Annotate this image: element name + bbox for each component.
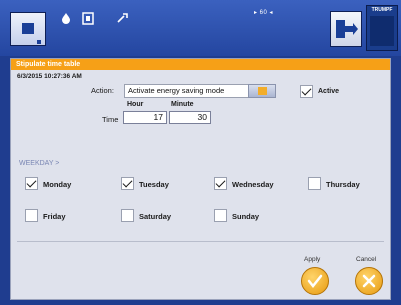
wednesday-label: Wednesday xyxy=(232,180,274,189)
monday-checkbox[interactable] xyxy=(25,177,38,190)
home-button[interactable] xyxy=(10,12,46,46)
thursday-checkbox[interactable] xyxy=(308,177,321,190)
home-icon xyxy=(22,23,34,34)
exit-button[interactable] xyxy=(330,11,362,47)
time-table-dialog: Stipulate time table 6/3/2015 10:27:36 A… xyxy=(10,58,391,300)
apply-label: Apply xyxy=(304,256,321,263)
sunday-checkbox[interactable] xyxy=(214,209,227,222)
saturday-label: Saturday xyxy=(139,212,172,221)
sunday-label: Sunday xyxy=(232,212,260,221)
dropdown-icon xyxy=(258,87,267,95)
current-datetime: 6/3/2015 10:27:36 AM xyxy=(17,73,82,80)
saturday-checkbox[interactable] xyxy=(121,209,134,222)
divider xyxy=(17,241,384,242)
friday-label: Friday xyxy=(43,212,66,221)
close-icon xyxy=(362,274,376,288)
friday-checkbox[interactable] xyxy=(25,209,38,222)
minute-label: Minute xyxy=(171,101,194,108)
cancel-button[interactable] xyxy=(355,267,383,295)
active-checkbox[interactable] xyxy=(300,85,313,98)
drop-icon[interactable] xyxy=(61,12,71,24)
action-select-value: Activate energy saving mode xyxy=(128,86,225,95)
wednesday-checkbox[interactable] xyxy=(214,177,227,190)
active-label: Active xyxy=(318,88,340,95)
checkmark-icon xyxy=(307,274,323,289)
minute-input[interactable]: 30 xyxy=(169,111,211,124)
top-toolbar: ▸ 60 ◂ TRUMPF xyxy=(0,0,401,56)
door-exit-icon xyxy=(336,20,358,38)
hour-input[interactable]: 17 xyxy=(123,111,167,124)
thursday-label: Thursday xyxy=(326,180,360,189)
monday-label: Monday xyxy=(43,180,72,189)
trumpf-logo: TRUMPF xyxy=(366,5,398,51)
logo-mark xyxy=(370,16,394,46)
cancel-label: Cancel xyxy=(356,256,377,263)
tuesday-label: Tuesday xyxy=(139,180,169,189)
action-label: Action: xyxy=(91,86,114,95)
hour-label: Hour xyxy=(127,101,144,108)
status-indicator: ▸ 60 ◂ xyxy=(254,10,274,16)
tuesday-checkbox[interactable] xyxy=(121,177,134,190)
dropdown-button[interactable] xyxy=(248,84,276,98)
weekday-label: WEEKDAY > xyxy=(19,160,60,167)
apply-button[interactable] xyxy=(301,267,329,295)
tool-icon[interactable] xyxy=(116,12,129,24)
logo-text: TRUMPF xyxy=(371,7,393,13)
program-icon[interactable] xyxy=(82,12,94,25)
dialog-title: Stipulate time table xyxy=(11,59,390,70)
menu-indicator-icon xyxy=(37,40,41,44)
time-label: Time xyxy=(102,115,119,124)
action-select[interactable]: Activate energy saving mode xyxy=(124,84,276,98)
